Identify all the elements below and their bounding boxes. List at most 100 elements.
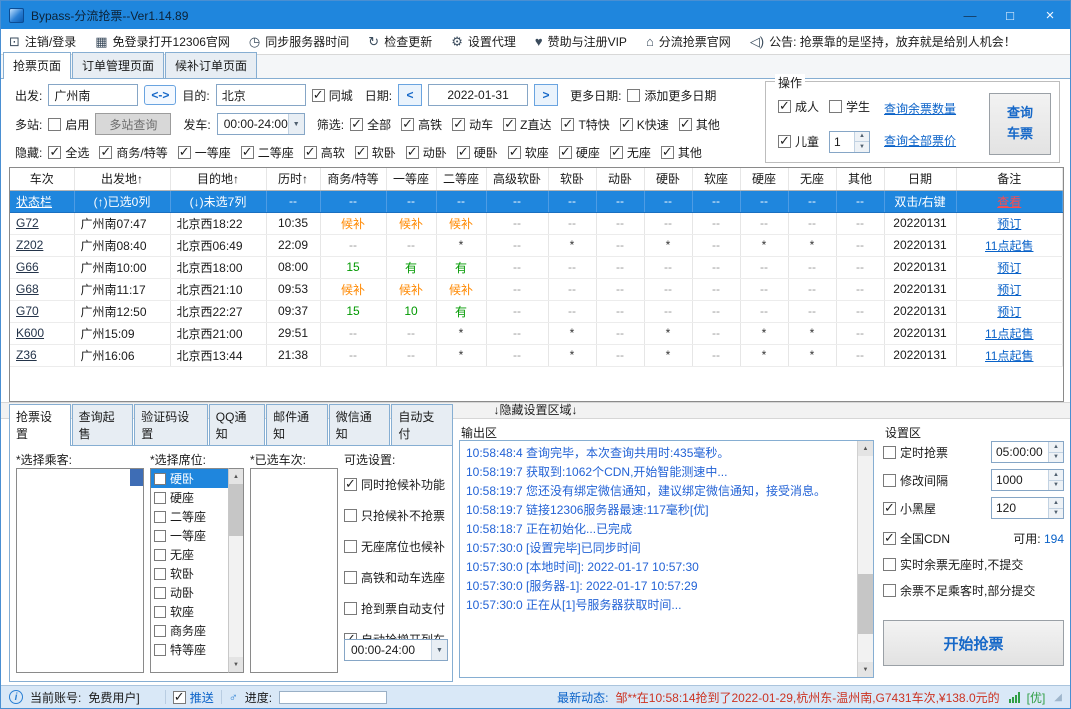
multi-station-query-button[interactable]: 多站查询 bbox=[95, 113, 172, 135]
query-price-link[interactable]: 查询全部票价 bbox=[884, 132, 956, 149]
close-button[interactable]: × bbox=[1030, 1, 1070, 29]
no-seat-no-submit-checkbox[interactable]: 实时余票无座时,不提交 bbox=[883, 556, 1023, 573]
column-header-其他[interactable]: 其他 bbox=[836, 168, 885, 191]
checkbox-box[interactable] bbox=[154, 586, 166, 599]
scroll-down-icon[interactable]: ▼ bbox=[229, 657, 243, 672]
checkbox-box[interactable] bbox=[154, 491, 166, 504]
start-grab-button[interactable]: 开始抢票 bbox=[883, 620, 1064, 666]
student-checkbox[interactable]: 学生 bbox=[829, 98, 870, 115]
same-city-checkbox[interactable]: 同城 bbox=[311, 87, 353, 104]
action-link-G72[interactable]: 预订 bbox=[956, 212, 1063, 235]
spin-up-icon[interactable]: ▲ bbox=[1049, 442, 1063, 452]
checkbox-box[interactable] bbox=[154, 605, 166, 618]
checkbox-box[interactable] bbox=[154, 529, 166, 542]
page-tab-waitlist-order-page[interactable]: 候补订单页面 bbox=[165, 52, 258, 78]
scrollbar-thumb[interactable] bbox=[130, 469, 143, 486]
checkbox-商务/特等[interactable]: 商务/特等 bbox=[99, 144, 168, 161]
checkbox-box[interactable] bbox=[154, 643, 166, 656]
column-header-目的地↑[interactable]: 目的地↑ bbox=[170, 168, 267, 191]
column-header-历时↑[interactable]: 历时↑ bbox=[266, 168, 321, 191]
query-remaining-link[interactable]: 查询余票数量 bbox=[884, 100, 956, 117]
menu-item-sync-server-time[interactable]: ◷ 同步服务器时间 bbox=[249, 33, 349, 50]
modify-interval-checkbox[interactable]: 修改间隔 bbox=[883, 472, 948, 489]
checkbox-软座[interactable]: 软座 bbox=[507, 144, 549, 161]
checkbox-动车[interactable]: 动车 bbox=[452, 116, 493, 133]
checkbox-全部[interactable]: 全部 bbox=[350, 116, 391, 133]
scroll-up-icon[interactable]: ▲ bbox=[858, 441, 873, 456]
swap-stations-button[interactable]: <-> bbox=[144, 85, 177, 105]
train-row-Z202[interactable]: Z202 广州南08:40 北京西06:49 22:09 -- -- * -- * -- * -- * *… bbox=[10, 234, 1063, 257]
checkbox-硬卧[interactable]: 硬卧 bbox=[456, 144, 498, 161]
query-tickets-button[interactable]: 查询车票 bbox=[989, 93, 1051, 155]
next-date-button[interactable]: > bbox=[534, 84, 559, 106]
train-row-Z36[interactable]: Z36 广州16:06 北京西13:44 21:38 -- -- * -- * -- * -- * * --… bbox=[10, 344, 1063, 367]
resize-grip[interactable]: ◢ bbox=[1054, 692, 1062, 703]
train-link-G70[interactable]: G70 bbox=[10, 300, 75, 323]
action-link-G70[interactable]: 预订 bbox=[956, 300, 1063, 323]
action-link-Z202[interactable]: 11点起售 bbox=[956, 234, 1063, 257]
train-link-G72[interactable]: G72 bbox=[10, 212, 75, 235]
checkbox-抢到票自动支付[interactable]: 抢到票自动支付 bbox=[344, 600, 450, 617]
checkbox-动卧[interactable]: 动卧 bbox=[405, 144, 447, 161]
column-header-硬座[interactable]: 硬座 bbox=[740, 168, 789, 191]
checkbox-无座[interactable]: 无座 bbox=[609, 144, 651, 161]
blacklist-checkbox[interactable]: 小黑屋 bbox=[883, 500, 936, 517]
minimize-button[interactable]: — bbox=[950, 1, 990, 29]
checkbox-box[interactable] bbox=[154, 472, 166, 485]
page-tab-order-page[interactable]: 订单管理页面 bbox=[72, 52, 165, 78]
settings-tab-qq-notify[interactable]: QQ通知 bbox=[208, 404, 266, 445]
train-link-G68[interactable]: G68 bbox=[10, 278, 75, 301]
checkbox-同时抢候补功能[interactable]: 同时抢候补功能 bbox=[344, 476, 450, 493]
seat-option-硬卧[interactable]: 硬卧 bbox=[151, 469, 228, 488]
timed-grab-spinner[interactable]: 05:00:00 ▲ ▼ bbox=[991, 441, 1064, 463]
seat-list-scrollbar[interactable]: ▲ ▼ bbox=[228, 468, 244, 673]
add-more-dates-checkbox[interactable]: 添加更多日期 bbox=[627, 87, 716, 104]
train-link-Z202[interactable]: Z202 bbox=[10, 234, 75, 257]
seat-option-二等座[interactable]: 二等座 bbox=[151, 507, 228, 526]
checkbox-无座席位也候补[interactable]: 无座席位也候补 bbox=[344, 538, 450, 555]
status-action-cell[interactable]: 查看 bbox=[956, 190, 1063, 213]
column-header-商务/特等[interactable]: 商务/特等 bbox=[320, 168, 387, 191]
spin-up-icon[interactable]: ▲ bbox=[1049, 470, 1063, 480]
page-tab-grab-page[interactable]: 抢票页面 bbox=[3, 52, 72, 79]
column-header-软卧[interactable]: 软卧 bbox=[548, 168, 597, 191]
enable-multi-checkbox[interactable]: 启用 bbox=[48, 116, 89, 133]
spin-down-icon[interactable]: ▼ bbox=[855, 141, 870, 152]
spin-down-icon[interactable]: ▼ bbox=[1049, 479, 1063, 490]
scrollbar-thumb[interactable] bbox=[229, 484, 243, 536]
partial-submit-checkbox[interactable]: 余票不足乘客时,部分提交 bbox=[883, 582, 1035, 599]
timed-grab-checkbox[interactable]: 定时抢票 bbox=[883, 444, 948, 461]
checkbox-T特快[interactable]: T特快 bbox=[561, 116, 610, 133]
blacklist-spinner[interactable]: 120 ▲ ▼ bbox=[991, 497, 1064, 519]
menu-item-sponsor-vip[interactable]: ♥ 赞助与注册VIP bbox=[535, 33, 627, 50]
seat-option-硬座[interactable]: 硬座 bbox=[151, 488, 228, 507]
seat-option-一等座[interactable]: 一等座 bbox=[151, 526, 228, 545]
column-header-二等座[interactable]: 二等座 bbox=[436, 168, 487, 191]
menu-item-logout-login[interactable]: ⊡ 注销/登录 bbox=[9, 33, 76, 50]
train-link-K600[interactable]: K600 bbox=[10, 322, 75, 345]
spin-up-icon[interactable]: ▲ bbox=[855, 131, 870, 141]
column-header-无座[interactable]: 无座 bbox=[788, 168, 837, 191]
scroll-down-icon[interactable]: ▼ bbox=[858, 662, 873, 677]
checkbox-全选[interactable]: 全选 bbox=[48, 144, 89, 161]
settings-tab-grab-settings[interactable]: 抢票设置 bbox=[9, 404, 71, 446]
menu-item-check-update[interactable]: ↻ 检查更新 bbox=[368, 33, 432, 50]
child-checkbox[interactable]: 儿童 bbox=[778, 133, 819, 150]
checkbox-一等座[interactable]: 一等座 bbox=[177, 144, 231, 161]
action-link-Z36[interactable]: 11点起售 bbox=[956, 344, 1063, 367]
seat-option-商务座[interactable]: 商务座 bbox=[151, 621, 228, 640]
column-header-硬卧[interactable]: 硬卧 bbox=[644, 168, 693, 191]
checkbox-高软[interactable]: 高软 bbox=[303, 144, 345, 161]
seat-option-动卧[interactable]: 动卧 bbox=[151, 583, 228, 602]
action-link-G68[interactable]: 预订 bbox=[956, 278, 1063, 301]
checkbox-高铁和动车选座[interactable]: 高铁和动车选座 bbox=[344, 569, 450, 586]
selected-trains-list[interactable] bbox=[250, 468, 338, 673]
checkbox-硬座[interactable]: 硬座 bbox=[558, 144, 600, 161]
train-row-G68[interactable]: G68 广州南11:17 北京西21:10 09:53 候补 候补 候补 -- -- -- -- --… bbox=[10, 278, 1063, 301]
date-input[interactable] bbox=[428, 84, 529, 106]
push-checkbox[interactable]: 推送 bbox=[172, 689, 214, 706]
title-bar[interactable]: Bypass-分流抢票--Ver1.14.89 — □ × bbox=[1, 1, 1070, 29]
train-row-G70[interactable]: G70 广州南12:50 北京西22:27 09:37 15 10 有 -- -- -- -- -- -… bbox=[10, 300, 1063, 323]
seat-option-无座[interactable]: 无座 bbox=[151, 545, 228, 564]
action-link-K600[interactable]: 11点起售 bbox=[956, 322, 1063, 345]
